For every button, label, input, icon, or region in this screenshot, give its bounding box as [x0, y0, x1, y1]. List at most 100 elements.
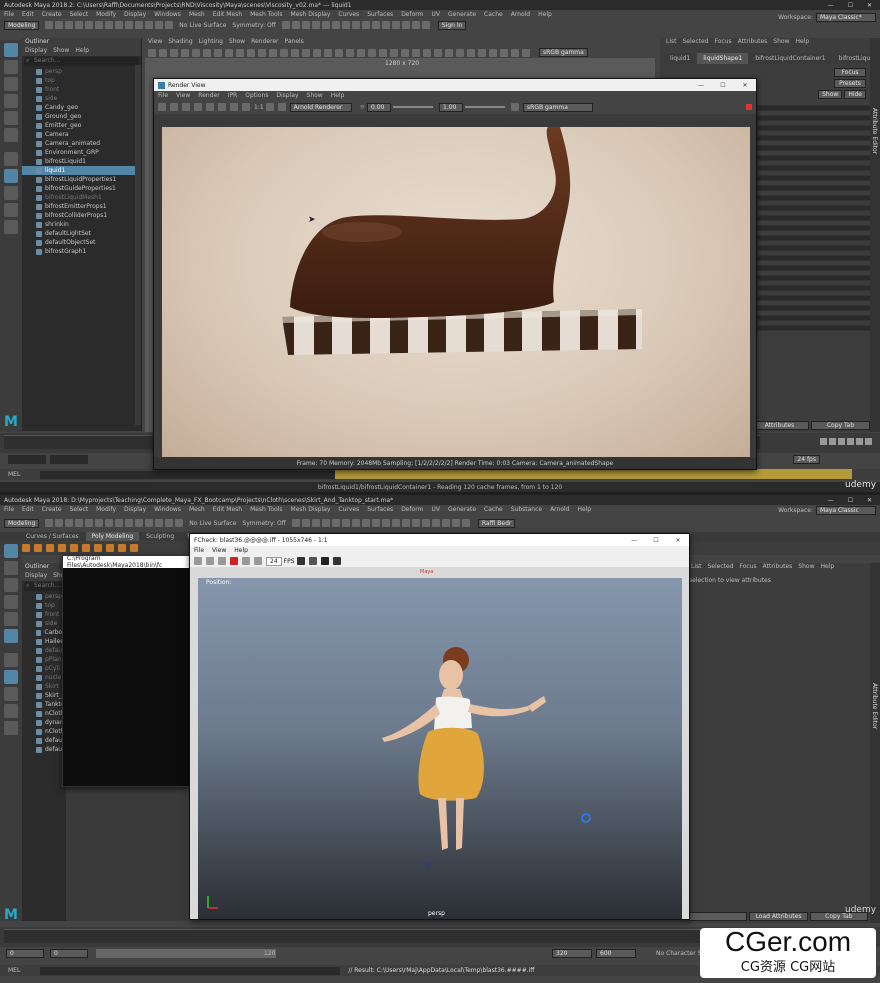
- minimize-icon[interactable]: —: [828, 497, 834, 504]
- render-view-menu-item[interactable]: File: [158, 92, 168, 99]
- menu-item[interactable]: Select: [70, 506, 89, 513]
- load-attributes-button[interactable]: Attributes: [750, 421, 809, 430]
- outliner-item[interactable]: pCyli: [22, 664, 66, 673]
- outliner-item[interactable]: Skirt_s: [22, 691, 66, 700]
- mode-dropdown[interactable]: Modeling: [4, 518, 40, 528]
- mel-label[interactable]: MEL: [8, 471, 20, 478]
- outliner-item[interactable]: top: [22, 601, 66, 610]
- menu-item[interactable]: Display: [124, 506, 146, 513]
- menu-item[interactable]: File: [4, 506, 14, 513]
- outliner-item[interactable]: bifrostLiquidProperties1: [22, 175, 141, 184]
- viewport-gamma-dropdown[interactable]: sRGB gamma: [539, 48, 588, 57]
- ae-tab[interactable]: liquidShape1: [697, 53, 749, 64]
- outliner-scrollbar[interactable]: [135, 65, 141, 425]
- outliner-item[interactable]: bifrostGraph1: [22, 247, 141, 256]
- ae-menu-item[interactable]: Show: [798, 563, 814, 572]
- menu-item[interactable]: Curves: [338, 11, 359, 18]
- layout-icon[interactable]: [4, 152, 18, 166]
- paint-tool-icon[interactable]: [4, 77, 18, 91]
- render-view-menu-item[interactable]: Options: [245, 92, 268, 99]
- outliner-layout-icon[interactable]: [4, 220, 18, 234]
- outliner-item[interactable]: shrinkin: [22, 220, 141, 229]
- outliner-item[interactable]: side: [22, 619, 66, 628]
- outliner-item[interactable]: bifrostColliderProps1: [22, 211, 141, 220]
- render-view-menu-item[interactable]: IPR: [228, 92, 238, 99]
- close-icon[interactable]: ✕: [867, 497, 872, 504]
- menu-item[interactable]: Display: [124, 11, 146, 18]
- outliner-item[interactable]: Camera: [22, 130, 141, 139]
- menu-item[interactable]: Mesh: [189, 11, 205, 18]
- ae-menu-item[interactable]: Selected: [683, 38, 709, 47]
- outliner-item[interactable]: liquid1: [22, 166, 141, 175]
- scale-tool-icon[interactable]: [4, 128, 18, 142]
- play-back-icon[interactable]: [838, 438, 845, 445]
- menu-item[interactable]: Windows: [154, 11, 181, 18]
- ae-menu-item[interactable]: Help: [795, 38, 809, 47]
- outliner-item[interactable]: Tankto: [22, 700, 66, 709]
- render-view-menu-item[interactable]: View: [176, 92, 190, 99]
- start-field-2[interactable]: 0: [50, 949, 88, 958]
- outliner-item[interactable]: front: [22, 85, 141, 94]
- scale-tool-icon[interactable]: [4, 629, 18, 643]
- outliner-item[interactable]: pPlan: [22, 655, 66, 664]
- outliner-item[interactable]: defau: [22, 646, 66, 655]
- menu-item[interactable]: Generate: [448, 11, 476, 18]
- layout-icon[interactable]: [4, 653, 18, 667]
- color-space-dropdown[interactable]: sRGB gamma: [523, 102, 594, 112]
- exposure-field[interactable]: 0.00: [367, 102, 392, 112]
- outliner-item[interactable]: Carbon: [22, 628, 66, 637]
- menu-item[interactable]: Surfaces: [367, 11, 393, 18]
- move-tool-icon[interactable]: [4, 94, 18, 108]
- hide-button[interactable]: Hide: [844, 90, 866, 99]
- ae-menu-item[interactable]: Focus: [715, 38, 732, 47]
- close-icon[interactable]: ✕: [867, 2, 872, 9]
- outliner-item[interactable]: front: [22, 610, 66, 619]
- outliner-item[interactable]: Candy_geo: [22, 103, 141, 112]
- menu-item[interactable]: Mesh Display: [291, 11, 331, 18]
- ae-menu-item[interactable]: Focus: [740, 563, 757, 572]
- minimize-icon[interactable]: —: [690, 82, 712, 89]
- fps-input[interactable]: 24: [266, 556, 282, 566]
- user-account[interactable]: Raffi Bedr: [477, 518, 516, 528]
- outliner-item[interactable]: Camera_animated: [22, 139, 141, 148]
- menu-item[interactable]: Create: [42, 506, 62, 513]
- outliner-item[interactable]: top: [22, 76, 141, 85]
- menu-item[interactable]: Mesh: [189, 506, 205, 513]
- outliner-item[interactable]: nucle: [22, 673, 66, 682]
- four-view-icon[interactable]: [4, 687, 18, 701]
- menu-item[interactable]: UV: [432, 506, 441, 513]
- render-view-menu-item[interactable]: Display: [276, 92, 298, 99]
- close-icon[interactable]: ✕: [734, 82, 756, 89]
- ae-menu-item[interactable]: Attributes: [738, 38, 768, 47]
- play-icon[interactable]: [847, 438, 854, 445]
- maximize-icon[interactable]: ☐: [848, 497, 853, 504]
- viewport-menu-item[interactable]: Panels: [284, 38, 303, 47]
- menu-item[interactable]: Mesh Tools: [250, 11, 282, 18]
- end-field[interactable]: 320: [552, 949, 592, 958]
- ae-menu-item[interactable]: Selected: [708, 563, 734, 572]
- menu-item[interactable]: Edit: [22, 506, 34, 513]
- load-attributes-button[interactable]: Load Attributes: [749, 912, 808, 921]
- two-view-icon[interactable]: [4, 203, 18, 217]
- workspace-dropdown[interactable]: Maya Classic: [816, 506, 876, 515]
- shelf-tab[interactable]: Curves / Surfaces: [20, 532, 85, 541]
- ae-side-label[interactable]: Attribute Editor: [871, 108, 878, 154]
- single-view-icon[interactable]: [4, 670, 18, 684]
- symmetry-dropdown[interactable]: Symmetry: Off: [242, 520, 285, 527]
- outliner-item[interactable]: nCloth: [22, 709, 66, 718]
- outliner-item[interactable]: persp: [22, 67, 141, 76]
- start-field[interactable]: 0: [6, 949, 44, 958]
- outliner-item[interactable]: defaultLightSet: [22, 229, 141, 238]
- outliner-item[interactable]: defaul: [22, 745, 66, 754]
- outliner-item[interactable]: dynam: [22, 718, 66, 727]
- menu-item[interactable]: Substance: [511, 506, 542, 513]
- menu-item[interactable]: Mesh Tools: [250, 506, 282, 513]
- menu-item[interactable]: Help: [578, 506, 592, 513]
- two-view-icon[interactable]: [4, 704, 18, 718]
- exposure-slider[interactable]: [393, 106, 434, 108]
- sign-in-button[interactable]: Sign In: [437, 20, 467, 30]
- outliner-item[interactable]: defaultObjectSet: [22, 238, 141, 247]
- outliner-menu-item[interactable]: Display: [25, 572, 47, 581]
- outliner-item[interactable]: nCloth: [22, 727, 66, 736]
- menu-item[interactable]: Select: [70, 11, 89, 18]
